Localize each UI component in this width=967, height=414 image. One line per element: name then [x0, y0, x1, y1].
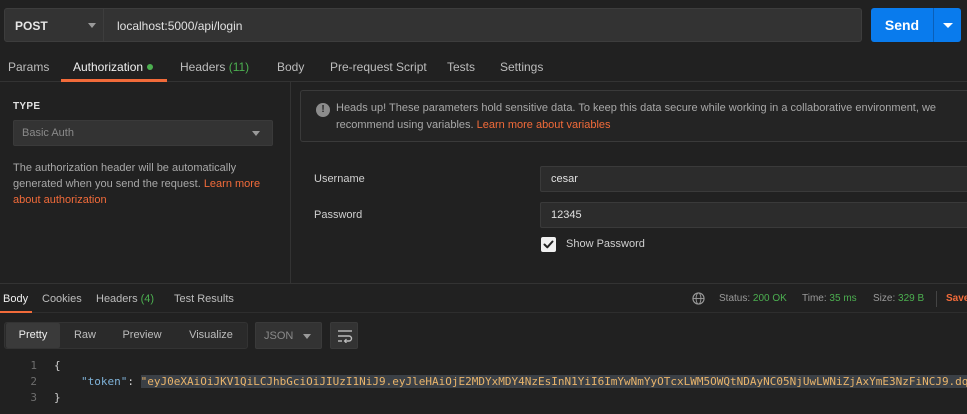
size-value[interactable]: 329 B [898, 293, 924, 304]
status-label: Status: [719, 293, 751, 304]
auth-description-text: The authorization header will be automat… [13, 162, 237, 190]
time-meta: Time: 35 ms [802, 293, 857, 304]
response-view-modes: Pretty Raw Preview Visualize [4, 322, 248, 349]
code-line: 2 "token": "eyJ0eXAiOiJKV1QiLCJhbGciOiJI… [0, 375, 967, 391]
tab-pre-request-script[interactable]: Pre-request Script [330, 60, 427, 74]
tab-headers-count: (11) [228, 60, 250, 74]
response-format-value: JSON [264, 330, 294, 342]
response-tab-body[interactable]: Body [3, 293, 28, 305]
active-dot-icon [147, 63, 154, 70]
response-body-editor[interactable]: 1 { 2 "token": "eyJ0eXAiOiJKV1QiLCJhbGci… [0, 356, 967, 414]
view-raw-button[interactable]: Raw [62, 323, 108, 348]
save-response-button[interactable]: Save [946, 293, 967, 304]
json-token-value: "eyJ0eXAiOiJKV1QiLCJhbGciOiJIUzI1NiJ9.ey… [140, 375, 967, 388]
divider [936, 291, 937, 307]
response-format-select[interactable]: JSON [255, 322, 322, 349]
password-field[interactable]: 12345 [540, 202, 967, 228]
response-tab-cookies[interactable]: Cookies [42, 293, 82, 305]
wrap-lines-icon [338, 330, 353, 343]
send-options-button[interactable] [933, 8, 961, 42]
method-select[interactable]: POST [4, 8, 104, 42]
code-text: { [54, 359, 61, 372]
response-tab-headers[interactable]: Headers (4) [96, 293, 154, 305]
chevron-down-icon [303, 334, 311, 339]
status-meta: Status: 200 OK [719, 293, 787, 304]
code-text: "token": "eyJ0eXAiOiJKV1QiLCJhbGciOiJIUz… [81, 375, 967, 388]
time-label: Time: [802, 293, 827, 304]
response-headers-count: (4) [140, 293, 155, 305]
alert-text: Heads up! These parameters hold sensitiv… [336, 100, 967, 134]
code-line: 3 } [0, 391, 967, 407]
show-password-checkbox[interactable] [541, 237, 556, 252]
line-number: 3 [30, 391, 37, 404]
password-value: 12345 [551, 209, 582, 221]
code-text: } [54, 391, 61, 404]
url-value: localhost:5000/api/login [117, 19, 243, 33]
show-password-label: Show Password [566, 238, 645, 250]
auth-type-label: TYPE [13, 101, 41, 112]
json-colon: : [127, 375, 141, 388]
method-value: POST [15, 19, 48, 33]
request-tabs: Params Authorization Headers (11) Body P… [0, 54, 967, 82]
learn-more-variables-link[interactable]: Learn more about variables [477, 119, 611, 131]
response-bar: Body Cookies Headers (4) Test Results St… [0, 283, 967, 313]
username-value: cesar [551, 173, 578, 185]
tab-headers-label: Headers [180, 60, 226, 74]
chevron-down-icon [252, 131, 260, 136]
auth-description: The authorization header will be automat… [13, 160, 278, 208]
password-label: Password [314, 209, 363, 221]
response-headers-label: Headers [96, 293, 138, 305]
line-number: 1 [30, 359, 37, 372]
tab-body[interactable]: Body [277, 60, 304, 74]
tab-headers[interactable]: Headers (11) [180, 60, 249, 74]
size-label: Size: [873, 293, 896, 304]
request-bar: POST localhost:5000/api/login Send [0, 0, 967, 50]
response-tab-test-results[interactable]: Test Results [174, 293, 234, 305]
username-field[interactable]: cesar [540, 166, 967, 192]
status-value[interactable]: 200 OK [753, 293, 787, 304]
tab-tests[interactable]: Tests [447, 60, 475, 74]
code-line: 1 { [0, 359, 967, 375]
auth-type-select[interactable]: Basic Auth [13, 120, 273, 146]
tab-params[interactable]: Params [8, 60, 49, 74]
auth-fields-panel: ! Heads up! These parameters hold sensit… [292, 82, 967, 283]
view-preview-button[interactable]: Preview [110, 323, 174, 348]
globe-icon[interactable] [692, 292, 705, 305]
tab-authorization-label: Authorization [73, 60, 144, 74]
view-pretty-button[interactable]: Pretty [6, 323, 60, 348]
send-button[interactable]: Send [871, 8, 933, 42]
json-key: "token" [81, 375, 128, 388]
chevron-down-icon [943, 23, 953, 28]
auth-type-value: Basic Auth [22, 127, 74, 139]
alert-message: Heads up! These parameters hold sensitiv… [336, 102, 937, 131]
sensitive-data-alert: ! Heads up! These parameters hold sensit… [300, 90, 967, 142]
wrap-lines-button[interactable] [330, 322, 358, 349]
line-number: 2 [30, 375, 37, 388]
view-visualize-button[interactable]: Visualize [176, 323, 246, 348]
active-response-tab-indicator [0, 311, 32, 313]
size-meta: Size: 329 B [873, 293, 924, 304]
username-label: Username [314, 173, 365, 185]
chevron-down-icon [88, 23, 96, 28]
time-value[interactable]: 35 ms [829, 293, 856, 304]
tab-settings[interactable]: Settings [500, 60, 543, 74]
check-icon [543, 240, 554, 249]
alert-info-icon: ! [316, 103, 330, 117]
url-input[interactable]: localhost:5000/api/login [104, 8, 862, 42]
tab-authorization[interactable]: Authorization [73, 60, 154, 74]
auth-type-panel: TYPE Basic Auth The authorization header… [0, 82, 291, 283]
